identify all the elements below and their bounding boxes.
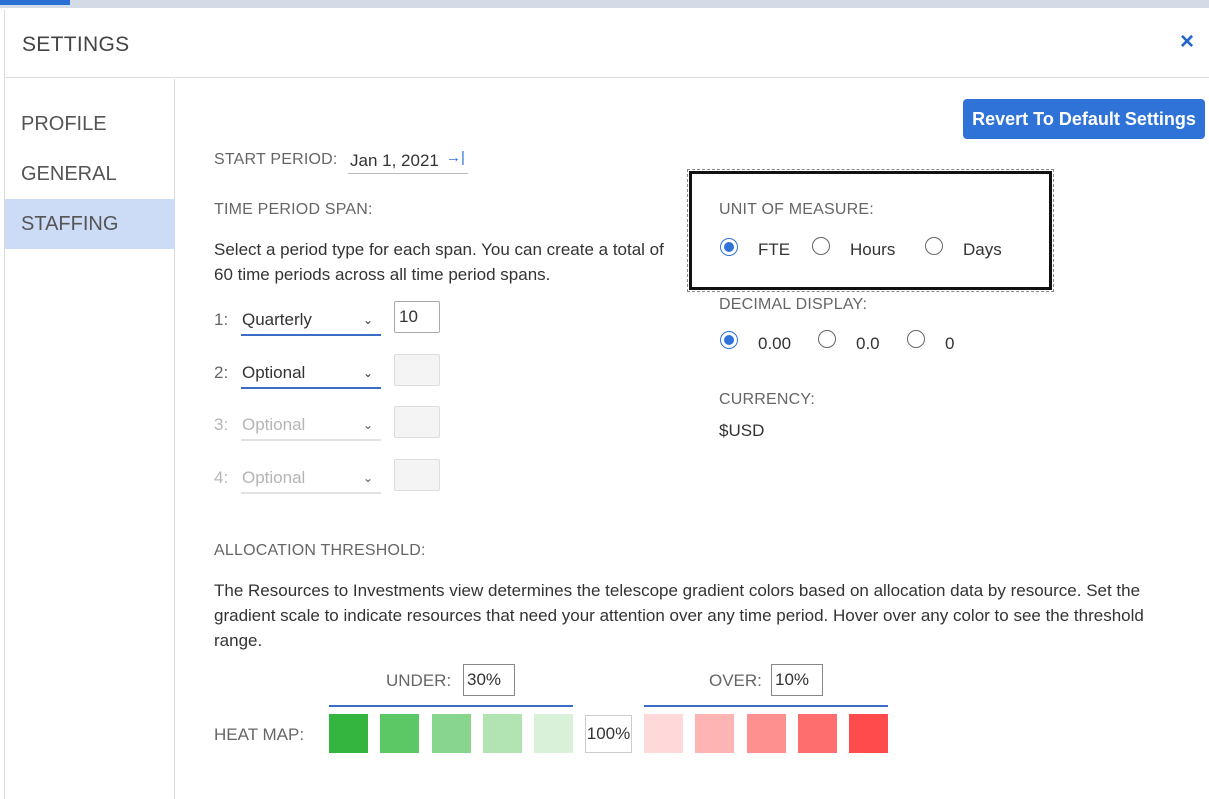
under-label: UNDER: xyxy=(386,671,452,690)
dialog-title: SETTINGS xyxy=(22,33,130,56)
span-type-select[interactable]: Quarterly ⌄ xyxy=(241,304,381,336)
radio-decimal-1-label: 0.0 xyxy=(856,334,880,353)
span-number: 4: xyxy=(214,468,229,487)
heat-swatch-under-3[interactable] xyxy=(432,714,471,753)
span-count-input[interactable]: 10 xyxy=(394,301,440,333)
heat-swatch-over-2[interactable] xyxy=(695,714,734,753)
time-period-span-label: TIME PERIOD SPAN: xyxy=(214,201,373,218)
sidebar-item-profile[interactable]: PROFILE xyxy=(5,99,175,149)
span-type-value: Quarterly xyxy=(242,310,312,329)
span-number: 3: xyxy=(214,415,229,434)
radio-decimal-2[interactable] xyxy=(720,331,738,349)
heat-swatch-over-3[interactable] xyxy=(747,714,786,753)
over-threshold-input[interactable]: 10% xyxy=(771,664,823,696)
under-range-line xyxy=(329,705,573,707)
heat-map-label: HEAT MAP: xyxy=(214,725,305,744)
close-icon[interactable]: × xyxy=(1176,28,1198,56)
radio-decimal-0-label: 0 xyxy=(945,334,955,353)
heat-swatch-under-4[interactable] xyxy=(483,714,522,753)
heat-swatch-over-4[interactable] xyxy=(798,714,837,753)
chevron-down-icon: ⌄ xyxy=(362,471,373,485)
span-count-input xyxy=(394,406,440,438)
currency-label: CURRENCY: xyxy=(719,391,816,408)
span-type-value: Optional xyxy=(242,468,306,487)
radio-decimal-0[interactable] xyxy=(907,330,925,348)
start-period-label: START PERIOD: xyxy=(214,151,338,168)
span-count-input[interactable] xyxy=(394,354,440,386)
heat-map-center-value: 100% xyxy=(585,715,632,753)
span-count-input xyxy=(394,459,440,491)
span-type-select: Optional ⌄ xyxy=(241,462,381,494)
span-type-select: Optional ⌄ xyxy=(241,409,381,441)
radio-decimal-1[interactable] xyxy=(818,330,836,348)
settings-dialog: SETTINGS × PROFILE GENERAL STAFFING Reve… xyxy=(4,10,1209,799)
top-bar xyxy=(0,0,1209,8)
radio-days[interactable] xyxy=(925,237,943,255)
allocation-threshold-label: ALLOCATION THRESHOLD: xyxy=(214,542,426,559)
sidebar-item-general[interactable]: GENERAL xyxy=(5,149,175,199)
dialog-header: SETTINGS × xyxy=(5,10,1209,78)
chevron-down-icon: ⌄ xyxy=(362,313,373,327)
span-number: 1: xyxy=(214,310,229,329)
heat-swatch-under-1[interactable] xyxy=(329,714,368,753)
top-bar-accent xyxy=(0,0,70,5)
unit-of-measure-focus-box xyxy=(687,169,1054,292)
over-range-line xyxy=(644,705,888,707)
decimal-display-label: DECIMAL DISPLAY: xyxy=(719,296,868,313)
radio-hours-label: Hours xyxy=(850,240,896,259)
heat-swatch-under-5[interactable] xyxy=(534,714,573,753)
chevron-down-icon: ⌄ xyxy=(362,418,373,432)
sidebar: PROFILE GENERAL STAFFING xyxy=(5,79,175,799)
span-type-value: Optional xyxy=(242,415,306,434)
allocation-threshold-description: The Resources to Investments view determ… xyxy=(214,581,1144,650)
radio-decimal-2-label: 0.00 xyxy=(758,334,792,353)
span-type-value: Optional xyxy=(242,363,306,382)
radio-hours[interactable] xyxy=(812,237,830,255)
radio-fte[interactable] xyxy=(720,238,738,256)
heat-swatch-under-2[interactable] xyxy=(380,714,419,753)
arrow-right-to-bar-icon[interactable]: →| xyxy=(446,149,465,166)
heat-swatch-over-1[interactable] xyxy=(644,714,683,753)
sidebar-item-staffing[interactable]: STAFFING xyxy=(5,199,175,249)
currency-value: $USD xyxy=(719,421,765,440)
time-period-span-description: Select a period type for each span. You … xyxy=(214,240,664,284)
span-number: 2: xyxy=(214,363,229,382)
unit-of-measure-label: UNIT OF MEASURE: xyxy=(719,201,874,218)
radio-days-label: Days xyxy=(963,240,1002,259)
chevron-down-icon: ⌄ xyxy=(362,366,373,380)
revert-default-button[interactable]: Revert To Default Settings xyxy=(963,99,1205,139)
heat-swatch-over-5[interactable] xyxy=(849,714,888,753)
radio-fte-label: FTE xyxy=(758,240,791,259)
staffing-content: Revert To Default Settings START PERIOD:… xyxy=(176,79,1209,799)
over-label: OVER: xyxy=(709,671,762,690)
under-threshold-input[interactable]: 30% xyxy=(463,664,515,696)
span-type-select[interactable]: Optional ⌄ xyxy=(241,357,381,389)
